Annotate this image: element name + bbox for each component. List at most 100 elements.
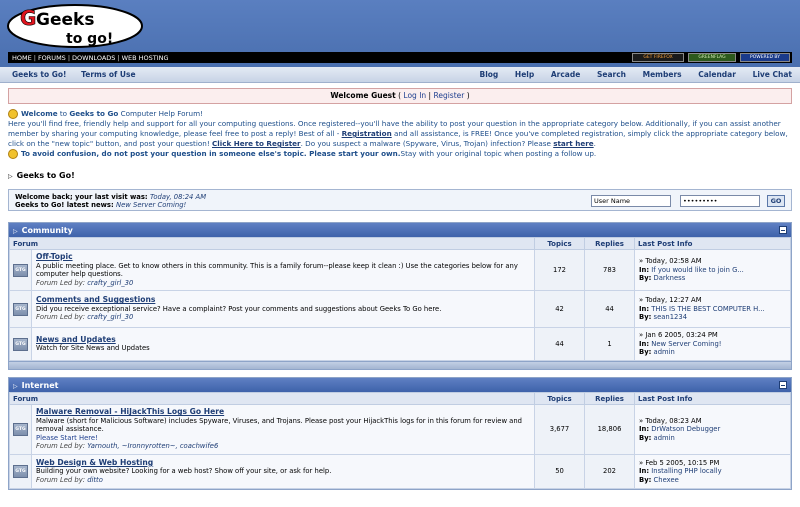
forum-table: Forum Topics Replies Last Post Info GTG … <box>8 237 791 361</box>
moderator-link[interactable]: Yarnouth, ~Ironnyrotten~, coachwife6 <box>87 442 218 450</box>
collapse-icon[interactable] <box>779 226 787 234</box>
last-post-in: In: DrWatson Debugger <box>639 425 786 434</box>
last-post-time: » Today, 02:58 AM <box>639 257 702 266</box>
forum-led-by: Forum Led by: ditto <box>36 476 530 485</box>
start-here-link[interactable]: start here <box>553 139 593 148</box>
last-post-topic-link[interactable]: Installing PHP locally <box>651 467 721 475</box>
password-input[interactable] <box>680 195 760 207</box>
col-last-post: Last Post Info <box>634 392 791 405</box>
subnav-arcade[interactable]: Arcade <box>551 70 580 79</box>
topics-count: 172 <box>534 249 586 291</box>
intro-warning-line: To avoid confusion, do not post your que… <box>8 149 792 159</box>
latest-news-link[interactable]: New Server Coming! <box>116 201 186 209</box>
forum-description: Building your own website? Looking for a… <box>36 467 332 476</box>
subnav-members[interactable]: Members <box>643 70 682 79</box>
geeks-to-go-logo[interactable]: G Geeks to go! <box>6 3 144 49</box>
last-post-author-link[interactable]: admin <box>654 348 675 356</box>
in-label: In: <box>639 425 650 434</box>
forum-name-link[interactable]: Malware Removal - HiJackThis Logs Go Her… <box>36 408 530 417</box>
forum-icon: GTG <box>13 465 28 478</box>
last-post-cell: » Jan 6 2005, 03:24 PM In: New Server Co… <box>634 327 791 361</box>
last-post-topic-link[interactable]: If you would like to join G... <box>651 266 744 274</box>
nav-web-hosting[interactable]: WEB HOSTING <box>122 54 169 62</box>
forum-led-by: Forum Led by: crafty_girl_30 <box>36 313 530 322</box>
category-internet: ▷ Internet Forum Topics Replies Last Post… <box>8 377 792 490</box>
last-post-author-link[interactable]: Darkness <box>654 274 686 282</box>
forum-led-label: Forum Led by: <box>36 475 88 484</box>
subnav-search[interactable]: Search <box>597 70 626 79</box>
subnav-geeks-to-go[interactable]: Geeks to Go! <box>12 70 66 79</box>
powered-by-badge[interactable]: POWERED BY <box>740 53 790 62</box>
table-row: GTG Off-Topic A public meeting place. Ge… <box>9 249 791 291</box>
table-row: GTG Web Design & Web Hosting Building yo… <box>9 454 791 489</box>
subnav-calendar[interactable]: Calendar <box>698 70 736 79</box>
badges: GET FIREFOX GREENFLAG POWERED BY <box>632 53 790 62</box>
col-forum: Forum <box>8 237 536 250</box>
category-header: ▷ Community <box>9 223 791 237</box>
click-here-register-link[interactable]: Click Here to Register <box>212 139 301 148</box>
last-post-topic-link[interactable]: THIS IS THE BEST COMPUTER H... <box>651 305 764 313</box>
forum-description: Malware (short for Malicious Software) i… <box>36 416 522 434</box>
registration-link[interactable]: Registration <box>342 129 392 138</box>
forum-name-link[interactable]: News and Updates <box>36 335 530 345</box>
in-label: In: <box>639 265 650 274</box>
triangle-right-icon: ▷ <box>8 173 13 180</box>
category-title-wrap: ▷ Internet <box>13 381 58 390</box>
last-post-topic-link[interactable]: DrWatson Debugger <box>651 425 720 433</box>
moderator-link[interactable]: ditto <box>87 476 103 484</box>
last-post-in: In: New Server Coming! <box>639 340 786 349</box>
greenflag-badge[interactable]: GREENFLAG <box>688 53 736 62</box>
register-link[interactable]: Register <box>433 91 464 100</box>
last-post-author-link[interactable]: sean1234 <box>654 313 688 321</box>
quick-login-box: Welcome back; your last visit was: Today… <box>8 189 792 211</box>
nav-downloads[interactable]: DOWNLOADS <box>72 54 115 62</box>
username-input[interactable] <box>591 195 671 207</box>
moderator-link[interactable]: crafty_girl_30 <box>87 313 133 321</box>
last-visit-value: Today, 08:24 AM <box>150 193 207 201</box>
forum-name-link[interactable]: Comments and Suggestions <box>36 296 530 305</box>
last-post-cell: » Today, 02:58 AM In: If you would like … <box>634 249 791 291</box>
last-visit-label: Welcome back; your last visit was: <box>15 193 151 201</box>
login-link[interactable]: Log In <box>403 91 426 100</box>
intro-welcome: Welcome to Geeks to Go Computer Help For… <box>21 109 203 119</box>
last-post-topic-link[interactable]: New Server Coming! <box>651 340 721 348</box>
last-post-time: » Feb 5 2005, 10:15 PM <box>639 458 720 467</box>
start-here-link[interactable]: Please Start Here! <box>36 434 530 443</box>
table-header-row: Forum Topics Replies Last Post Info <box>8 237 791 250</box>
welcome-guest-text: Welcome Guest <box>330 91 396 100</box>
forum-led-by: Forum Led by: Yarnouth, ~Ironnyrotten~, … <box>36 442 530 451</box>
forum-icon: GTG <box>13 263 28 277</box>
collapse-icon[interactable] <box>779 381 787 389</box>
last-post-time: » Today, 08:23 AM <box>639 416 702 425</box>
forum-name-link[interactable]: Web Design & Web Hosting <box>36 458 530 468</box>
forum-cell: Web Design & Web Hosting Building your o… <box>30 454 536 489</box>
sub-nav-left: Geeks to Go! Terms of Use <box>12 70 148 79</box>
category-title[interactable]: Internet <box>22 381 59 390</box>
nav-forums[interactable]: FORUMS <box>38 54 66 62</box>
go-button[interactable]: GO <box>767 195 785 207</box>
subnav-help[interactable]: Help <box>515 70 534 79</box>
subnav-terms[interactable]: Terms of Use <box>81 70 135 79</box>
forum-name-link[interactable]: Off-Topic <box>36 252 530 262</box>
replies-count: 1 <box>584 327 636 361</box>
replies-count: 202 <box>584 454 636 489</box>
subnav-blog[interactable]: Blog <box>479 70 498 79</box>
replies-count: 18,806 <box>584 404 636 455</box>
topics-count: 50 <box>534 454 586 489</box>
board-title[interactable]: Geeks to Go! <box>17 171 75 180</box>
intro-warning: To avoid confusion, do not post your que… <box>21 149 401 158</box>
firefox-badge[interactable]: GET FIREFOX <box>632 53 684 62</box>
last-post-author-link[interactable]: admin <box>654 434 675 442</box>
category-title[interactable]: Community <box>22 226 73 235</box>
forum-cell: Comments and Suggestions Did you receive… <box>30 290 536 328</box>
col-forum: Forum <box>8 392 536 405</box>
paren-close: ) <box>464 91 470 100</box>
forum-led-label: Forum Led by: <box>36 442 88 451</box>
last-post-author-link[interactable]: Chexee <box>654 476 679 484</box>
nav-home[interactable]: HOME <box>12 54 32 62</box>
category-header: ▷ Internet <box>9 378 791 392</box>
intro-welcome-word: Welcome <box>21 109 58 118</box>
by-label: By: <box>639 274 652 283</box>
subnav-live-chat[interactable]: Live Chat <box>753 70 792 79</box>
moderator-link[interactable]: crafty_girl_30 <box>87 279 133 287</box>
